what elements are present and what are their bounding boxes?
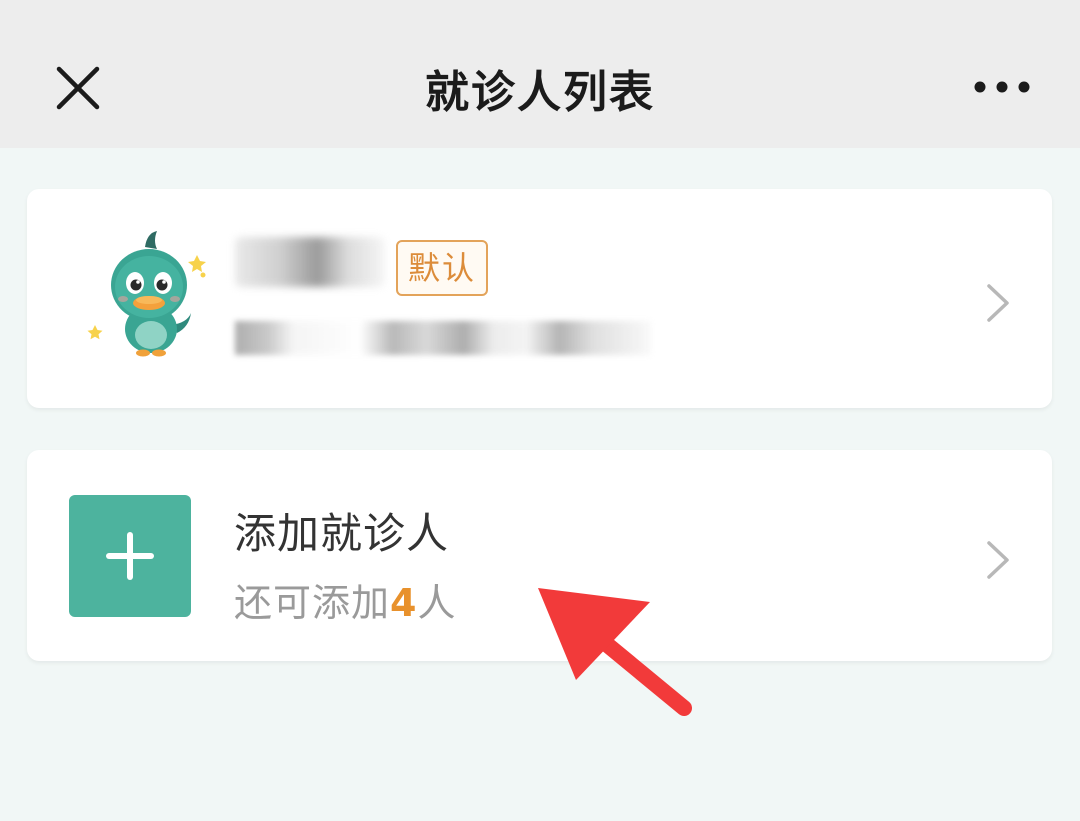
default-badge: 默认 [396,240,489,296]
nav-bar: 就诊人列表 [0,0,1080,148]
close-button[interactable] [50,60,106,116]
subtitle-prefix: 还可添加 [234,581,391,625]
page-title: 就诊人列表 [425,67,655,118]
subtitle-suffix: 人 [417,581,457,625]
duck-avatar-icon [85,225,215,365]
chevron-right-icon [987,541,1009,579]
close-icon[interactable] [50,60,106,116]
patient-name-redacted [235,237,385,287]
red-arrow-icon [538,588,692,716]
add-patient-subtitle: 还可添加4人 [234,572,456,627]
more-icon[interactable] [972,70,1032,104]
add-patient-title: 添加就诊人 [234,509,450,558]
patient-id-redacted [235,321,651,355]
plus-icon [106,532,154,580]
chevron-right-icon [987,284,1009,322]
patient-card[interactable]: 默认 [27,189,1052,408]
more-button[interactable] [972,70,1032,104]
add-patient-tile[interactable] [69,495,191,617]
remaining-count: 4 [390,581,418,625]
